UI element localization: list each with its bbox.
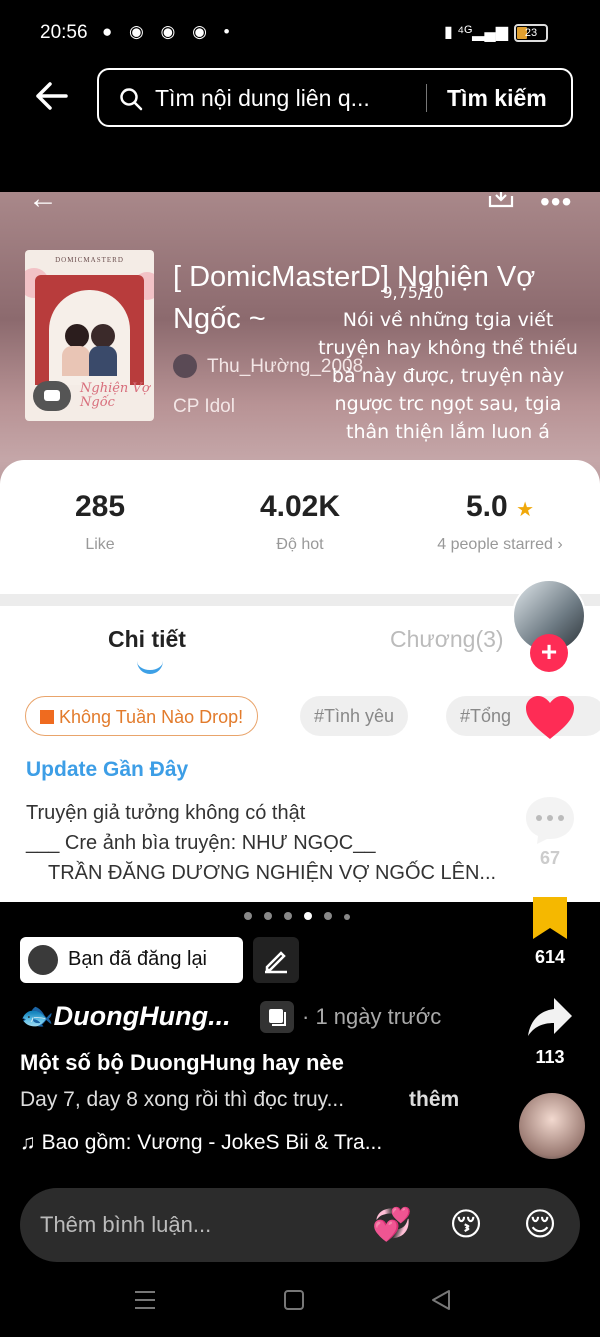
tab-chapters: Chương(3) [390, 626, 504, 652]
home-icon[interactable] [283, 1289, 305, 1311]
username[interactable]: 🐟DuongHung... [20, 1000, 231, 1032]
comment-bubble-icon [33, 381, 71, 411]
cover-title: Nghiện Vợ Ngốc [80, 381, 150, 410]
tab-indicator [137, 660, 163, 674]
share-button[interactable] [526, 996, 574, 1043]
download-icon [488, 192, 514, 208]
carousel-dots [244, 907, 362, 925]
share-icon [528, 998, 572, 1036]
follow-button[interactable]: + [530, 634, 568, 672]
pencil-icon [265, 951, 287, 974]
tag-love: #Tình yêu [300, 696, 409, 736]
like-count: 1.560 [527, 748, 573, 768]
edit-button[interactable] [253, 937, 299, 983]
search-input[interactable]: Tìm nội dung liên q... [155, 85, 370, 112]
reposted-badge[interactable]: Bạn đã đăng lại [20, 937, 243, 983]
save-button[interactable] [531, 897, 569, 946]
like-button[interactable] [525, 695, 575, 746]
relieved-emoji-icon[interactable]: 😌 [518, 1202, 562, 1246]
back-arrow-icon[interactable] [34, 78, 70, 114]
music-info[interactable]: ♫ Bao gồm: Vương - JokeS Bii & Tra... [20, 1131, 382, 1155]
comment-count: 67 [539, 848, 561, 868]
search-bar[interactable]: Tìm nội dung liên q... Tìm kiếm [97, 68, 573, 127]
overlay-review: Nói về những tgia viết truyện hay không … [318, 309, 578, 443]
stats-panel: 285 Like 4.02K Độ hot 5.0 ★ 4 people sta… [0, 460, 600, 594]
overlay-text: 9,75/10 Nói về những tgia viết truyện ha… [318, 284, 578, 446]
user-avatar [28, 945, 58, 975]
stat-likes: 285 Like [74, 490, 126, 553]
back-icon[interactable] [430, 1289, 452, 1311]
story-category: CP Idol [173, 396, 235, 417]
share-count: 113 [535, 1047, 565, 1067]
tag-general: #Tổng [446, 696, 600, 736]
fish-icon: 🐟 [20, 1001, 54, 1031]
notification-icons: ● ◉ ◉ ◉ • [102, 22, 236, 41]
cover-brand: DOMICMASTERD [55, 256, 124, 264]
overlay-rating: 9,75/10 [382, 283, 444, 302]
hearts-emoji-icon[interactable]: 💞 [370, 1202, 414, 1246]
stat-rating: 5.0 ★ 4 people starred › [437, 490, 563, 553]
duplicate-icon [260, 1001, 294, 1033]
more-icon: ••• [540, 192, 573, 217]
star-icon: ★ [516, 499, 534, 521]
system-nav-bar [0, 1270, 600, 1337]
tag-drop: Không Tuần Nào Drop! [25, 696, 259, 736]
flag-icon [40, 710, 54, 724]
battery-icon: 23 [514, 24, 548, 42]
caption-title: Một số bộ DuongHung hay nèe [20, 1050, 344, 1075]
tab-detail: Chi tiết [108, 626, 186, 652]
update-text: Truyện giả tưởng không có thật ___ Cre ả… [26, 802, 497, 884]
see-more-link[interactable]: thêm [409, 1088, 459, 1112]
comment-input[interactable]: Thêm bình luận... [40, 1212, 211, 1238]
comment-input-bar[interactable]: Thêm bình luận... 💞 😚 😌 [20, 1188, 580, 1262]
search-icon [119, 87, 143, 116]
comment-button[interactable] [524, 795, 576, 850]
post-time: · 1 ngày trước [302, 1004, 442, 1029]
author-avatar [173, 354, 197, 378]
story-cover: DOMICMASTERD Nghiện Vợ Ngốc [25, 250, 154, 421]
bookmark-icon [533, 897, 567, 939]
music-disc[interactable] [519, 1093, 585, 1159]
signal-icon: ▮ ⁴ᴳ▂▄▆ [444, 24, 509, 41]
status-time: 20:56 [40, 22, 88, 43]
search-button[interactable]: Tìm kiếm [447, 85, 547, 112]
menu-icon[interactable] [134, 1289, 156, 1311]
heart-icon [526, 696, 574, 739]
kiss-emoji-icon[interactable]: 😚 [444, 1202, 488, 1246]
save-count: 614 [534, 947, 566, 967]
status-bar: 20:56 ● ◉ ◉ ◉ • ▮ ⁴ᴳ▂▄▆ 23 [0, 0, 600, 66]
card-back-icon: ← [28, 192, 58, 215]
stat-hot: 4.02K Độ hot [259, 490, 341, 553]
post-media[interactable]: ← ••• DOMICMASTERD Nghiện Vợ Ngốc [ Domi… [0, 192, 600, 902]
comment-icon [526, 797, 574, 844]
divider [426, 84, 427, 112]
update-heading: Update Gần Đây [26, 758, 189, 781]
caption-text: Day 7, day 8 xong rồi thì đọc truy... [20, 1088, 345, 1111]
